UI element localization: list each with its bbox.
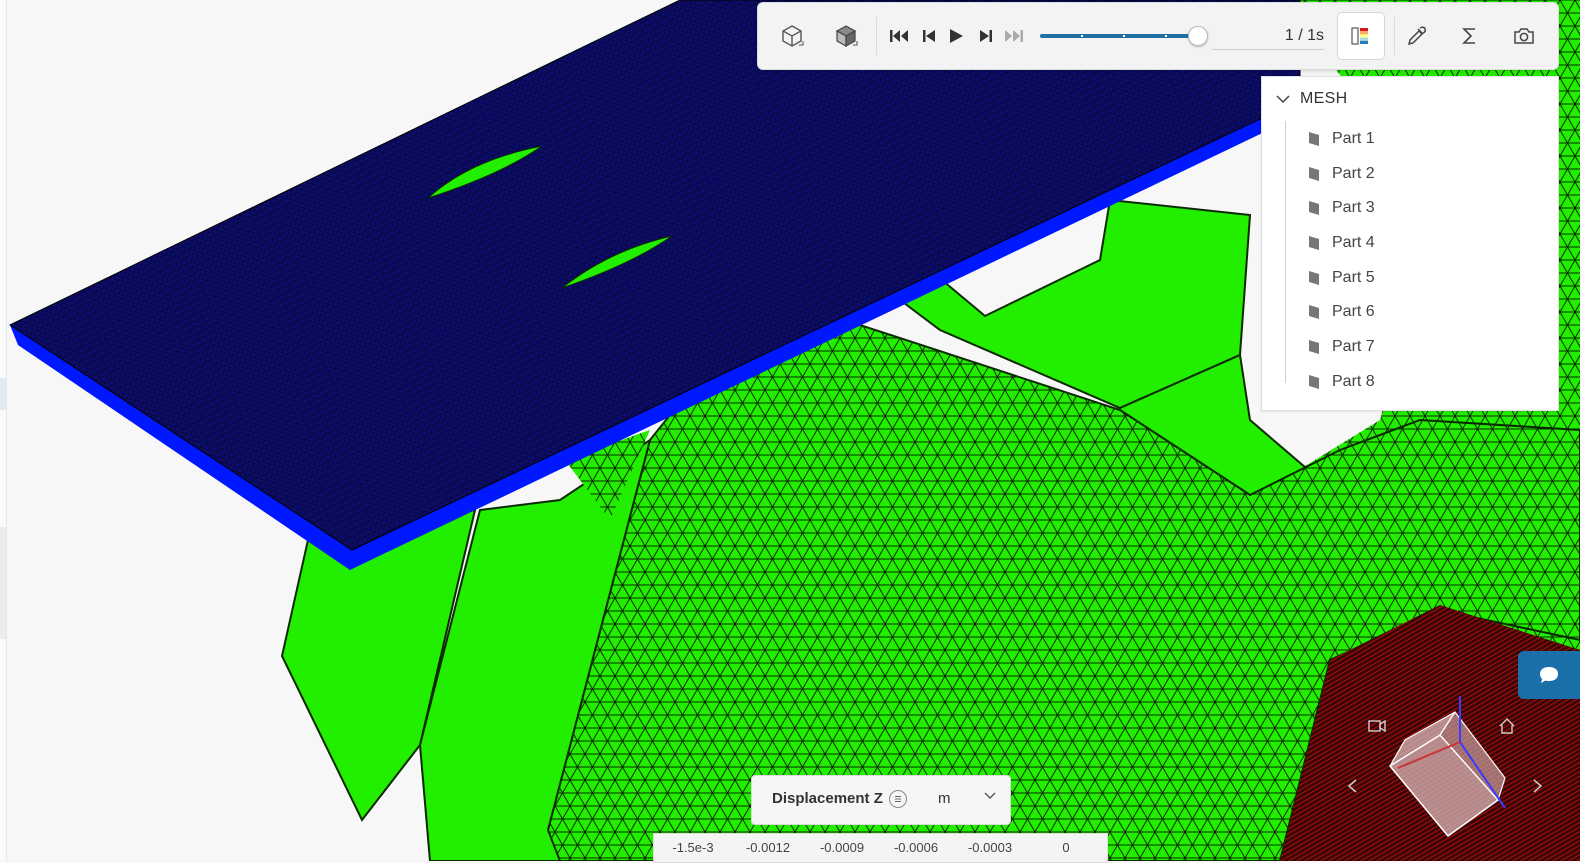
play-icon [950,29,963,43]
part-icon [1309,375,1319,389]
left-panel-handle[interactable] [0,527,6,639]
part-icon [1309,132,1319,146]
calculator-button[interactable] [1448,13,1492,59]
tree-guide-line [1285,121,1286,383]
tree-item-part-5[interactable]: Part 5 [1308,265,1375,291]
part-icon [1309,271,1319,285]
viewer-toolbar: 1 / 1s [757,2,1559,70]
tree-item-part-1[interactable]: Part 1 [1308,126,1375,152]
skip-to-start-icon [890,30,908,42]
time-slider-track[interactable] [1040,34,1198,38]
frame-counter: 1 / 1s [1212,25,1324,50]
step-back-icon [923,30,935,42]
legend-tick: 0 [1062,840,1070,855]
legend-tick: -0.0012 [745,840,791,855]
legend-scale-bar: -1.5e-3 -0.0012 -0.0009 -0.0006 -0.0003 … [653,833,1108,863]
chevron-down-icon[interactable] [984,792,996,800]
tree-item-part-6[interactable]: Part 6 [1308,299,1375,325]
tree-item-part-3[interactable]: Part 3 [1308,195,1375,221]
chat-bubble-icon [1540,667,1558,683]
camera-view-icon[interactable] [1368,718,1386,734]
time-slider-tick [1123,35,1125,37]
toolbar-separator [876,17,877,55]
rotate-left-icon[interactable] [1346,778,1358,794]
tree-item-part-7[interactable]: Part 7 [1308,334,1375,360]
left-panel-edge [0,0,7,861]
legend-tick: -0.0009 [819,840,865,855]
legend-field-name[interactable]: Displacement Z [772,790,883,807]
part-icon [1309,340,1319,354]
probe-button[interactable] [1394,13,1438,59]
solid-cube-icon [835,25,858,48]
time-slider-tick [1165,35,1167,37]
tree-item-part-8[interactable]: Part 8 [1308,369,1375,395]
previous-frame-button[interactable] [918,25,940,47]
part-icon [1309,305,1319,319]
part-icon [1309,167,1319,181]
mesh-tree-title: MESH [1300,90,1348,107]
skip-to-end-icon [1005,30,1023,42]
chat-button[interactable] [1518,651,1580,699]
next-frame-button[interactable] [975,25,997,47]
screenshot-button[interactable] [1502,13,1546,59]
list-icon [895,796,901,802]
camera-icon [1514,28,1534,44]
legend-settings-button[interactable] [889,790,907,808]
legend-tick: -0.0003 [967,840,1013,855]
home-view-icon[interactable] [1498,717,1516,735]
first-frame-button[interactable] [888,25,910,47]
mesh-tree-panel: MESH Part 1 Part 2 Part 3 Part 4 Part 5 … [1261,76,1559,411]
chevron-down-icon [1276,95,1290,104]
legend-unit-select[interactable]: m [938,790,951,807]
colormap-button[interactable] [1337,12,1385,60]
part-icon [1309,236,1319,250]
solid-view-button[interactable] [824,13,868,59]
time-slider-thumb[interactable] [1188,26,1208,46]
left-panel-tab[interactable] [0,378,6,410]
legend-tick: -1.5e-3 [672,840,714,855]
sigma-icon [1462,28,1475,44]
legend-tick: -0.0006 [893,840,939,855]
result-legend: Displacement Z m [751,775,1011,825]
colormap-icon [1351,27,1368,45]
last-frame-button[interactable] [1003,25,1025,47]
rotate-right-icon[interactable] [1532,778,1544,794]
play-button[interactable] [945,25,967,47]
step-forward-icon [980,30,992,42]
tree-item-part-4[interactable]: Part 4 [1308,230,1375,256]
wireframe-cube-icon [782,25,804,47]
tree-item-part-2[interactable]: Part 2 [1308,161,1375,187]
time-slider-tick [1081,35,1083,37]
pipette-icon [1407,26,1426,46]
part-icon [1309,201,1319,215]
mesh-tree-header[interactable]: MESH [1276,87,1347,111]
wireframe-view-button[interactable] [770,13,814,59]
